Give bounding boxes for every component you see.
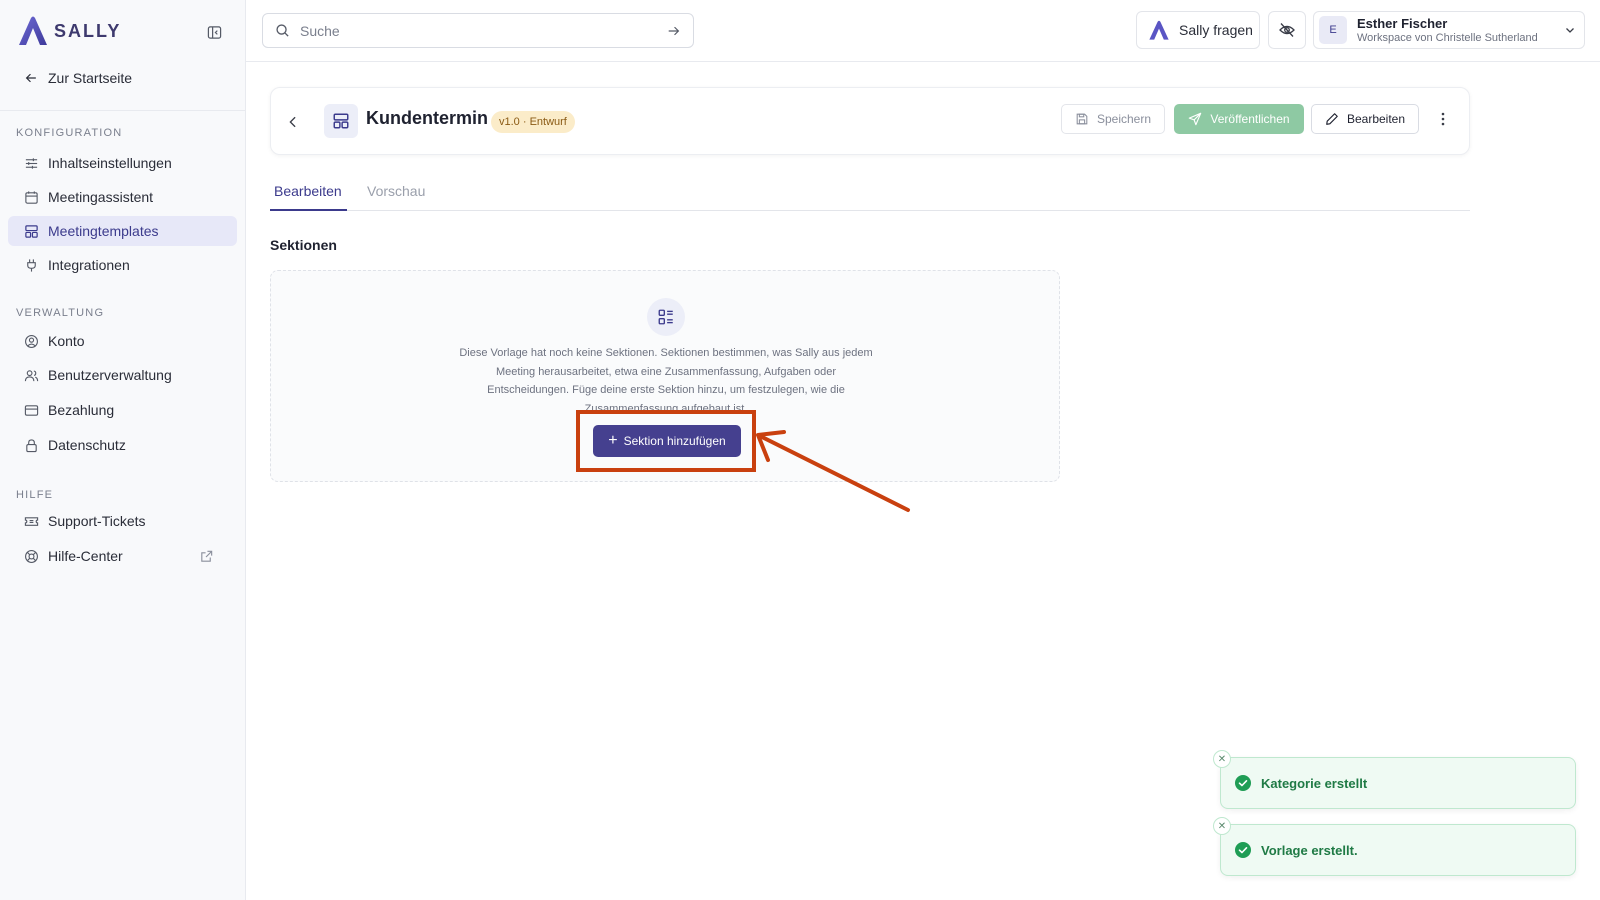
sidebar-item-label: Meetingassistent	[48, 189, 154, 205]
sally-logo[interactable]: SALLY	[16, 14, 121, 48]
sidebar-item-datenschutz[interactable]: Datenschutz	[8, 430, 237, 460]
chevron-down-icon	[1566, 28, 1574, 33]
list-layout-icon	[658, 309, 673, 325]
search-bar[interactable]	[262, 13, 694, 48]
status-badge: v1.0 · Entwurf	[491, 111, 575, 133]
avatar: E	[1319, 16, 1347, 44]
arrow-right-icon[interactable]	[667, 24, 681, 38]
sidebar-item-meetingtemplates[interactable]: Meetingtemplates	[8, 216, 237, 246]
sally-logo-icon	[19, 16, 47, 45]
arrow-left-icon	[25, 73, 36, 83]
publish-label: Veröffentlichen	[1210, 112, 1290, 126]
sidebar-collapse-icon	[207, 25, 221, 39]
sidebar-item-label: Benutzerverwaltung	[48, 367, 172, 383]
annotation-highlight-box	[576, 410, 756, 472]
search-input[interactable]	[300, 22, 667, 39]
sliders-icon	[25, 157, 38, 169]
sidebar-item-label: Hilfe-Center	[48, 548, 123, 564]
sidebar-item-label: Meetingtemplates	[48, 223, 159, 239]
sidebar-item-benutzerverwaltung[interactable]: Benutzerverwaltung	[8, 360, 237, 390]
empty-state-text: Diese Vorlage hat noch keine Sektionen. …	[459, 347, 873, 410]
sidebar-item-label: Integrationen	[48, 257, 130, 273]
template-header: Kundentermin v1.0 · Entwurf Speichern Ve…	[270, 87, 1470, 155]
home-link-label: Zur Startseite	[48, 70, 133, 86]
section-label-hilfe: HILFE	[16, 489, 54, 501]
sidebar-item-label: Support-Tickets	[48, 513, 146, 529]
save-button[interactable]: Speichern	[1061, 104, 1165, 134]
ask-sally-button[interactable]: Sally fragen	[1136, 11, 1260, 49]
sally-logo-icon	[1149, 20, 1169, 40]
edit-label: Bearbeiten	[1346, 112, 1406, 126]
section-label-verwaltung: VERWALTUNG	[16, 307, 105, 319]
annotation-arrow-icon	[756, 430, 910, 512]
sidebar: SALLY Zur Startseite KONFIGURATION Inhal…	[0, 0, 246, 900]
edit-button[interactable]: Bearbeiten	[1311, 104, 1419, 134]
lifebuoy-icon	[25, 549, 38, 563]
template-icon-box	[324, 104, 358, 138]
section-label-konfiguration: KONFIGURATION	[16, 127, 123, 139]
back-button[interactable]	[281, 110, 305, 134]
layout-template-icon	[333, 113, 349, 129]
send-icon	[1189, 112, 1202, 126]
back-to-home-link[interactable]: Zur Startseite	[24, 66, 132, 90]
active-tab-indicator	[270, 209, 347, 211]
topbar: Sally fragen E Esther Fischer Workspace …	[246, 0, 1600, 62]
pencil-icon	[1326, 113, 1338, 125]
chevron-left-icon	[289, 116, 296, 128]
toast-kategorie-erstellt: ✕ Kategorie erstellt	[1213, 750, 1576, 809]
check-circle-icon	[1235, 775, 1251, 791]
sidebar-item-inhaltseinstellungen[interactable]: Inhaltseinstellungen	[8, 148, 237, 178]
brand-name: SALLY	[54, 20, 122, 41]
more-vertical-icon	[1441, 112, 1445, 126]
toast-close-button[interactable]: ✕	[1213, 817, 1231, 835]
sidebar-item-konto[interactable]: Konto	[8, 326, 237, 356]
sidebar-item-hilfe-center[interactable]: Hilfe-Center	[8, 541, 237, 571]
sidebar-divider	[0, 110, 246, 111]
sections-heading: Sektionen	[270, 237, 337, 253]
users-icon	[24, 369, 39, 381]
save-label: Speichern	[1096, 112, 1152, 126]
toast-message: Kategorie erstellt	[1261, 775, 1368, 791]
sidebar-item-label: Inhaltseinstellungen	[48, 155, 172, 171]
sidebar-item-support-tickets[interactable]: Support-Tickets	[8, 506, 237, 536]
calendar-icon	[25, 190, 38, 204]
sidebar-item-label: Konto	[48, 333, 85, 349]
publish-button[interactable]: Veröffentlichen	[1174, 104, 1304, 134]
sidebar-item-integrationen[interactable]: Integrationen	[8, 250, 237, 280]
tab-vorschau[interactable]: Vorschau	[367, 183, 425, 199]
sidebar-item-label: Bezahlung	[48, 402, 115, 418]
save-icon	[1076, 113, 1088, 125]
sidebar-item-label: Datenschutz	[48, 437, 126, 453]
page-title: Kundentermin	[366, 108, 489, 128]
lock-icon	[26, 438, 37, 452]
layout-template-icon	[25, 224, 38, 238]
credit-card-icon	[24, 404, 39, 416]
plug-icon	[27, 258, 36, 272]
privacy-toggle-button[interactable]	[1268, 11, 1306, 49]
user-name: Esther Fischer	[1357, 15, 1448, 31]
ticket-icon	[24, 516, 39, 526]
sidebar-item-meetingassistent[interactable]: Meetingassistent	[8, 182, 237, 212]
tab-bar: Bearbeiten Vorschau	[270, 178, 1470, 211]
empty-state-icon-box	[647, 298, 685, 336]
toast-close-button[interactable]: ✕	[1213, 750, 1231, 768]
check-circle-icon	[1235, 842, 1251, 858]
ask-sally-label: Sally fragen	[1179, 22, 1253, 38]
tab-bearbeiten[interactable]: Bearbeiten	[274, 183, 342, 199]
sidebar-item-bezahlung[interactable]: Bezahlung	[8, 395, 237, 425]
user-circle-icon	[25, 334, 38, 348]
user-menu-button[interactable]: E Esther Fischer Workspace von Christell…	[1313, 11, 1585, 49]
external-link-icon	[201, 550, 213, 562]
more-options-button[interactable]	[1431, 107, 1455, 131]
user-workspace: Workspace von Christelle Sutherland	[1357, 31, 1538, 44]
toast-vorlage-erstellt: ✕ Vorlage erstellt.	[1213, 817, 1576, 876]
user-info: Esther Fischer Workspace von Christelle …	[1357, 16, 1538, 45]
search-icon	[276, 24, 289, 37]
collapse-sidebar-button[interactable]	[204, 22, 224, 42]
eye-off-icon	[1279, 23, 1295, 37]
toast-message: Vorlage erstellt.	[1261, 842, 1358, 858]
